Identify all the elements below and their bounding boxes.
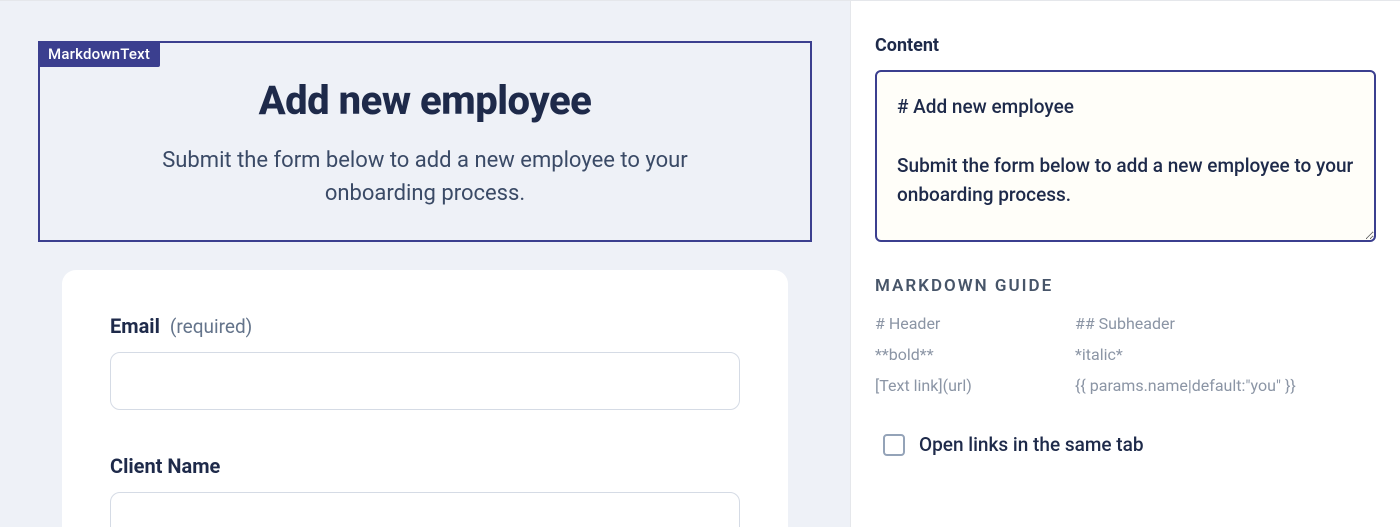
canvas-panel: MarkdownText Add new employee Submit the…: [0, 1, 850, 527]
guide-header: # Header: [875, 314, 1075, 333]
open-links-same-tab-row: Open links in the same tab: [875, 433, 1376, 456]
client-name-input[interactable]: [110, 492, 740, 527]
form-card: Email (required) Client Name: [62, 270, 788, 527]
guide-italic: *italic*: [1075, 345, 1376, 364]
block-type-tag: MarkdownText: [38, 41, 160, 67]
markdown-guide-heading: MARKDOWN GUIDE: [875, 276, 1376, 296]
guide-subheader: ## Subheader: [1075, 314, 1376, 333]
properties-panel: Content MARKDOWN GUIDE # Header ## Subhe…: [850, 1, 1400, 527]
markdown-guide-grid: # Header ## Subheader **bold** *italic* …: [875, 314, 1376, 395]
guide-link: [Text link](url): [875, 376, 1075, 395]
guide-bold: **bold**: [875, 345, 1075, 364]
email-input[interactable]: [110, 352, 740, 410]
client-name-label: Client Name: [110, 454, 220, 478]
form-label-row: Email (required): [110, 314, 740, 338]
form-group-client-name: Client Name: [110, 454, 740, 527]
app-root: MarkdownText Add new employee Submit the…: [0, 0, 1400, 527]
form-label-row: Client Name: [110, 454, 740, 478]
form-group-email: Email (required): [110, 314, 740, 410]
content-field-label: Content: [875, 35, 1376, 56]
email-label: Email: [110, 314, 160, 338]
guide-params: {{ params.name|default:"you" }}: [1075, 376, 1376, 395]
markdown-description: Submit the form below to add a new emplo…: [135, 144, 715, 210]
markdown-heading: Add new employee: [80, 77, 770, 124]
email-required-hint: (required): [170, 315, 252, 338]
open-links-same-tab-checkbox[interactable]: [883, 434, 905, 456]
content-textarea[interactable]: [875, 70, 1376, 242]
open-links-same-tab-label: Open links in the same tab: [919, 433, 1144, 456]
markdown-text-block[interactable]: MarkdownText Add new employee Submit the…: [38, 41, 812, 242]
